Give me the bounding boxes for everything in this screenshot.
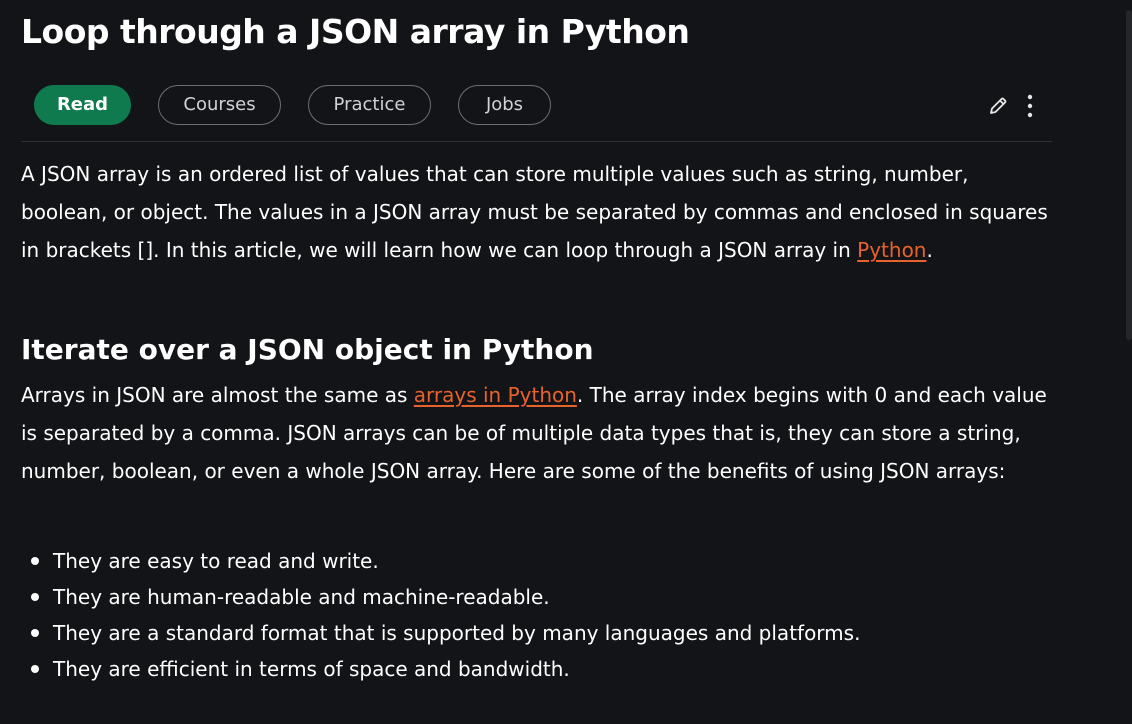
intro-text-end: . [926, 238, 933, 262]
article-page: Loop through a JSON array in Python Read… [0, 0, 1132, 724]
bullet-icon [31, 593, 39, 601]
pencil-icon[interactable] [987, 95, 1009, 117]
tab-practice[interactable]: Practice [308, 85, 431, 125]
section-paragraph: Arrays in JSON are almost the same as ar… [21, 376, 1056, 490]
list-item-text: They are a standard format that is suppo… [53, 621, 861, 645]
list-item-text: They are easy to read and write. [53, 549, 379, 573]
tab-jobs[interactable]: Jobs [458, 85, 551, 125]
list-item: They are human-readable and machine-read… [21, 579, 860, 615]
intro-paragraph: A JSON array is an ordered list of value… [21, 155, 1056, 269]
benefits-list: They are easy to read and write. They ar… [21, 543, 860, 687]
tab-read[interactable]: Read [34, 85, 131, 125]
scrollbar[interactable] [1126, 10, 1132, 340]
list-item: They are a standard format that is suppo… [21, 615, 860, 651]
list-item: They are easy to read and write. [21, 543, 860, 579]
list-item: They are efficient in terms of space and… [21, 651, 860, 687]
header-divider [21, 141, 1052, 142]
article-tabs-bar: Read Courses Practice Jobs [21, 85, 1052, 125]
arrays-in-python-link[interactable]: arrays in Python [414, 383, 577, 407]
list-item-text: They are efficient in terms of space and… [53, 657, 570, 681]
bullet-icon [31, 629, 39, 637]
page-title: Loop through a JSON array in Python [21, 12, 690, 51]
tab-courses[interactable]: Courses [158, 85, 281, 125]
section-text: Arrays in JSON are almost the same as [21, 383, 414, 407]
bullet-icon [31, 665, 39, 673]
list-item-text: They are human-readable and machine-read… [53, 585, 550, 609]
python-link[interactable]: Python [857, 238, 926, 262]
vertical-dots-icon[interactable] [1021, 93, 1039, 119]
bullet-icon [31, 557, 39, 565]
section-heading: Iterate over a JSON object in Python [21, 333, 594, 366]
